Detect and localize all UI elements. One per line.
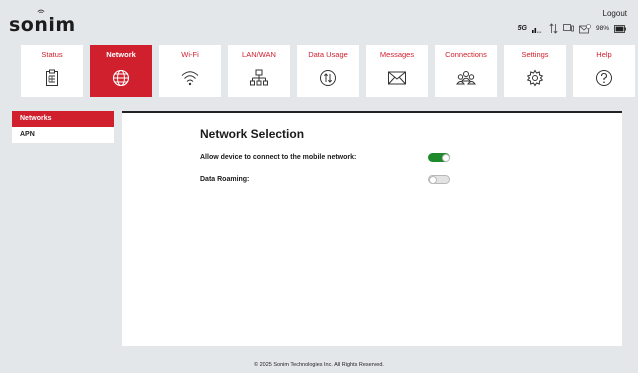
main-nav: Status Network Wi-Fi LAN/WAN Data Usage … bbox=[21, 45, 635, 97]
tab-label: Connections bbox=[445, 50, 487, 59]
tab-label: Wi-Fi bbox=[181, 50, 199, 59]
toggle-knob bbox=[442, 153, 450, 162]
network-type: 5G bbox=[517, 25, 527, 32]
sidebar-item-networks[interactable]: Networks bbox=[12, 111, 114, 127]
toggle-knob bbox=[429, 175, 437, 184]
tab-help[interactable]: Help bbox=[573, 45, 635, 97]
tab-connections[interactable]: Connections bbox=[435, 45, 497, 97]
globe-icon bbox=[112, 69, 130, 87]
data-roaming-row: Data Roaming: bbox=[200, 175, 450, 184]
data-roaming-label: Data Roaming: bbox=[200, 176, 250, 183]
tab-messages[interactable]: Messages bbox=[366, 45, 428, 97]
tab-data-usage[interactable]: Data Usage bbox=[297, 45, 359, 97]
sonim-logo: sonim bbox=[9, 9, 76, 36]
people-icon bbox=[456, 71, 476, 85]
data-usage-icon bbox=[320, 70, 336, 86]
tab-settings[interactable]: Settings bbox=[504, 45, 566, 97]
tab-label: Help bbox=[596, 50, 612, 59]
tab-label: Network bbox=[106, 50, 136, 59]
content-panel: Network Selection Allow device to connec… bbox=[122, 111, 622, 346]
tab-network[interactable]: Network bbox=[90, 45, 152, 97]
message-icon[interactable] bbox=[579, 23, 591, 34]
clipboard-icon bbox=[46, 69, 58, 86]
network-tree-icon bbox=[250, 69, 268, 86]
signal-strength-icon bbox=[531, 28, 542, 33]
brand-name: sonim bbox=[9, 14, 76, 36]
tab-label: Messages bbox=[379, 50, 415, 59]
sidebar: Networks APN bbox=[12, 111, 114, 143]
tab-label: LAN/WAN bbox=[242, 50, 276, 59]
connected-devices-icon bbox=[563, 24, 574, 32]
data-transfer-icon bbox=[549, 23, 558, 34]
data-roaming-toggle[interactable] bbox=[428, 175, 450, 184]
tab-lan-wan[interactable]: LAN/WAN bbox=[228, 45, 290, 97]
mobile-network-toggle[interactable] bbox=[428, 153, 450, 162]
mobile-network-label: Allow device to connect to the mobile ne… bbox=[200, 154, 357, 161]
page-title: Network Selection bbox=[200, 127, 305, 141]
envelope-icon bbox=[388, 71, 406, 85]
status-bar: 5G 98% bbox=[518, 23, 626, 34]
logout-link[interactable]: Logout bbox=[603, 9, 627, 18]
gear-icon bbox=[526, 69, 544, 87]
help-icon bbox=[596, 70, 612, 86]
mobile-network-row: Allow device to connect to the mobile ne… bbox=[200, 153, 450, 162]
footer-copyright: © 2025 Sonim Technologies Inc. All Right… bbox=[254, 362, 384, 368]
logo-wifi-icon bbox=[37, 9, 45, 14]
tab-label: Settings bbox=[521, 50, 549, 59]
sidebar-item-apn[interactable]: APN bbox=[12, 127, 114, 143]
tab-wifi[interactable]: Wi-Fi bbox=[159, 45, 221, 97]
wifi-icon bbox=[181, 71, 199, 86]
battery-icon bbox=[614, 24, 626, 33]
tab-label: Status bbox=[41, 50, 63, 59]
tab-status[interactable]: Status bbox=[21, 45, 83, 97]
tab-label: Data Usage bbox=[308, 50, 348, 59]
battery-percent: 98% bbox=[595, 25, 609, 32]
